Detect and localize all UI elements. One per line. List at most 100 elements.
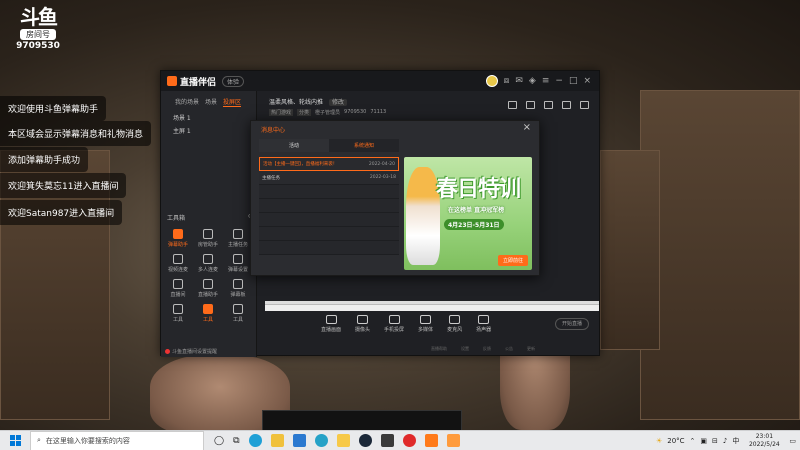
left-tabs: 我的场景 场景 投屏区 <box>161 91 256 111</box>
system-tray: ☀ 20°C ⌃ ▣ ⊟ ♪ 中 23:01 2022/5/24 ▭ <box>656 433 796 449</box>
layout-icon[interactable] <box>508 101 517 109</box>
left-footer-text: 斗鱼直播间设置提醒 <box>172 349 218 355</box>
start-live-button[interactable]: 开始直播 <box>555 318 589 330</box>
live-preview[interactable] <box>265 301 599 311</box>
footer-link[interactable]: 公告 <box>505 346 513 352</box>
tool-room-manager[interactable]: 房管助手 <box>193 229 223 248</box>
promo-go-button[interactable]: 立即前往 <box>497 255 528 266</box>
list-item[interactable]: 主播任务 2022-03-18 <box>259 171 399 185</box>
avatar[interactable] <box>485 75 498 87</box>
modal-title: 消息中心 <box>261 127 286 134</box>
tool-danmu-assistant[interactable]: 弹幕助手 <box>163 229 193 248</box>
task-view-icon[interactable]: ◯ <box>214 436 224 446</box>
edit-title-button[interactable]: 修改 <box>328 99 347 106</box>
chat-message: 欢迎Satan987进入直播间 <box>0 200 123 225</box>
list-item[interactable]: 活动【主播一键回】，直播福利来袭！ 2022-04-20 <box>259 157 399 171</box>
clock[interactable]: 23:01 2022/5/24 <box>744 433 784 449</box>
control-speaker[interactable]: 扬声器 <box>476 315 491 333</box>
background-shelf-right-inner <box>600 150 660 350</box>
tool-multi-link[interactable]: 多人连麦 <box>193 254 223 273</box>
music-icon[interactable] <box>402 434 416 447</box>
app-icon[interactable] <box>314 434 328 447</box>
multi-user-icon <box>203 254 213 264</box>
tool-danmu-settings[interactable]: 弹幕设置 <box>223 254 253 273</box>
game-icon[interactable] <box>380 434 394 447</box>
tab-system-notice[interactable]: 系统通知 <box>329 139 399 152</box>
network-icon[interactable]: ⊟ <box>712 437 718 445</box>
footer-link[interactable]: 设置 <box>461 346 469 352</box>
meta-subcategory[interactable]: 分类 <box>297 109 312 116</box>
tool-video-link[interactable]: 视频连麦 <box>163 254 193 273</box>
toolbox-title: 工具箱 <box>167 215 186 222</box>
scene-row[interactable]: 主屏 1 <box>161 124 256 137</box>
background-shelf-right <box>640 90 800 420</box>
maximize-icon[interactable]: □ <box>569 76 578 86</box>
version-pill[interactable]: 体验 <box>222 75 245 87</box>
minimize-icon[interactable]: − <box>555 76 563 86</box>
chevron-up-icon[interactable]: ⌃ <box>690 437 696 445</box>
board-icon <box>233 279 243 289</box>
phone-icon <box>388 315 400 324</box>
list-item-empty <box>259 227 399 241</box>
scene-row[interactable]: 场景 1 <box>161 111 256 124</box>
mail-icon[interactable] <box>292 434 306 447</box>
douyu-icon[interactable] <box>336 434 350 447</box>
start-button[interactable] <box>0 431 30 450</box>
room-label: 房间号 <box>20 29 56 40</box>
live-companion-icon-2[interactable] <box>446 434 460 447</box>
tool-extra[interactable]: 工具 <box>163 304 193 323</box>
footer-link[interactable]: 直播帮助 <box>431 346 447 352</box>
tool-icon <box>203 304 213 314</box>
control-phone-cast[interactable]: 手机投屏 <box>384 315 404 333</box>
tab-scenes[interactable]: 场景 <box>205 97 217 107</box>
tool-extra[interactable]: 工具 <box>223 304 253 323</box>
left-footer[interactable]: 斗鱼直播间设置提醒 <box>165 348 217 355</box>
taskview-icon[interactable]: ⧉ <box>233 436 239 446</box>
close-icon[interactable]: × <box>523 122 531 133</box>
tool-extra[interactable]: 工具 <box>193 304 223 323</box>
steam-icon[interactable] <box>358 434 372 447</box>
skin-icon[interactable]: ◈ <box>529 76 536 86</box>
tab-my-scenes[interactable]: 我的场景 <box>175 97 199 107</box>
explorer-icon[interactable] <box>270 434 284 447</box>
camera-icon <box>357 315 369 324</box>
control-microphone[interactable]: 麦克风 <box>447 315 462 333</box>
tool-live-room[interactable]: 直播间 <box>163 279 193 298</box>
meta-category[interactable]: 热门游戏 <box>269 109 294 116</box>
share-icon[interactable] <box>580 101 589 109</box>
language-indicator[interactable]: 中 <box>732 436 739 446</box>
control-live-screen[interactable]: 直播画面 <box>321 315 341 333</box>
close-icon[interactable]: × <box>583 76 591 86</box>
taskbar-search[interactable]: ⌕ 在这里输入你要搜索的内容 <box>30 430 204 450</box>
game-hotbar <box>262 410 462 432</box>
tool-icon <box>233 304 243 314</box>
gift-icon[interactable]: ⧈ <box>504 76 510 86</box>
notification-icon[interactable]: ▭ <box>789 437 796 445</box>
footer-link[interactable]: 更新 <box>527 346 535 352</box>
footer-link[interactable]: 反馈 <box>483 346 491 352</box>
menu-icon[interactable]: ≡ <box>542 76 550 86</box>
live-companion-icon[interactable] <box>424 434 438 447</box>
record-icon[interactable] <box>544 101 553 109</box>
control-camera[interactable]: 摄像头 <box>355 315 370 333</box>
tool-anchor-task[interactable]: 主播任务 <box>223 229 253 248</box>
weather-icon[interactable]: ☀ <box>656 437 662 445</box>
tool-danmu-board[interactable]: 弹幕板 <box>223 279 253 298</box>
tab-activity[interactable]: 活动 <box>259 139 329 152</box>
volume-icon[interactable]: ♪ <box>723 437 727 445</box>
douyu-logo: 斗鱼 房间号 9709530 <box>16 6 60 51</box>
clock-date: 2022/5/24 <box>748 440 780 448</box>
bell-icon[interactable] <box>562 101 571 109</box>
camera-tray-icon[interactable]: ▣ <box>700 437 707 445</box>
lock-icon[interactable] <box>526 101 535 109</box>
tool-live-helper[interactable]: 直播助手 <box>193 279 223 298</box>
edge-icon[interactable] <box>248 434 262 447</box>
tab-cast-area[interactable]: 投屏区 <box>223 97 242 107</box>
message-icon[interactable]: ✉ <box>515 76 523 86</box>
promo-banner[interactable]: 春日特训 在这榜单 直冲冠军榜 4月23日-5月31日 立即前往 <box>404 157 532 270</box>
temperature[interactable]: 20°C <box>667 437 684 445</box>
control-media[interactable]: 多媒体 <box>418 315 433 333</box>
promo-dates: 4月23日-5月31日 <box>444 219 504 230</box>
title-bar: 直播伴侣 体验 ⧈ ✉ ◈ ≡ − □ × <box>161 71 599 91</box>
list-item-empty <box>259 185 399 199</box>
